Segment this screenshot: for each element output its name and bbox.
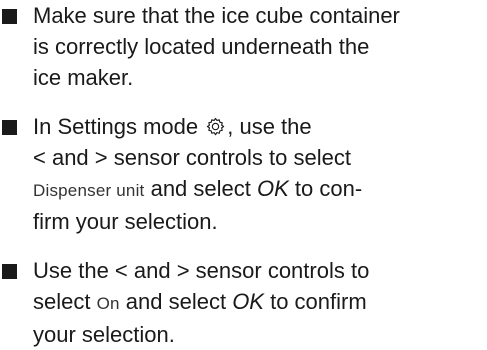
step-3-line-3: your selection.: [33, 322, 175, 347]
step-2-text-settings: In Settings mode: [33, 114, 199, 139]
ok-label: OK: [256, 176, 289, 201]
instruction-step-2: In Settings mode , use the < and > senso…: [0, 111, 487, 237]
step-2-line-3: Dispenser unit and select OK to con-: [33, 173, 487, 206]
step-3-text-select: select: [33, 289, 97, 314]
square-bullet: [2, 120, 17, 135]
step-2-text-select: and select: [144, 176, 257, 201]
display-text-dispenser-unit: Dispenser unit: [33, 181, 145, 200]
instruction-step-1: Make sure that the ice cube container is…: [0, 0, 487, 93]
instruction-list: Make sure that the ice cube container is…: [0, 0, 487, 350]
square-bullet: [2, 9, 17, 24]
ok-label: OK: [232, 289, 264, 314]
step-3-text-and-select: and select: [119, 289, 233, 314]
step-2-line-4: firm your selection.: [33, 209, 218, 234]
step-1-line-1: Make sure that the ice cube container: [33, 3, 400, 28]
step-2-line-2: < and > sensor controls to select: [33, 145, 351, 170]
display-text-on: On: [96, 294, 120, 313]
step-2-text-confirm: to con-: [288, 176, 363, 201]
step-2-text-use: , use the: [227, 114, 312, 139]
gear-icon: [205, 116, 226, 137]
step-3-line-2: select On and select OK to confirm: [33, 286, 487, 319]
square-bullet: [2, 264, 17, 279]
instruction-step-3: Use the < and > sensor controls to selec…: [0, 255, 487, 350]
step-2-line-1: In Settings mode , use the: [33, 111, 487, 142]
step-1-line-3: ice maker.: [33, 65, 134, 90]
step-1-line-2: is correctly located underneath the: [33, 34, 370, 59]
step-3-line-1: Use the < and > sensor controls to: [33, 258, 370, 283]
step-3-text-confirm: to confirm: [263, 289, 367, 314]
